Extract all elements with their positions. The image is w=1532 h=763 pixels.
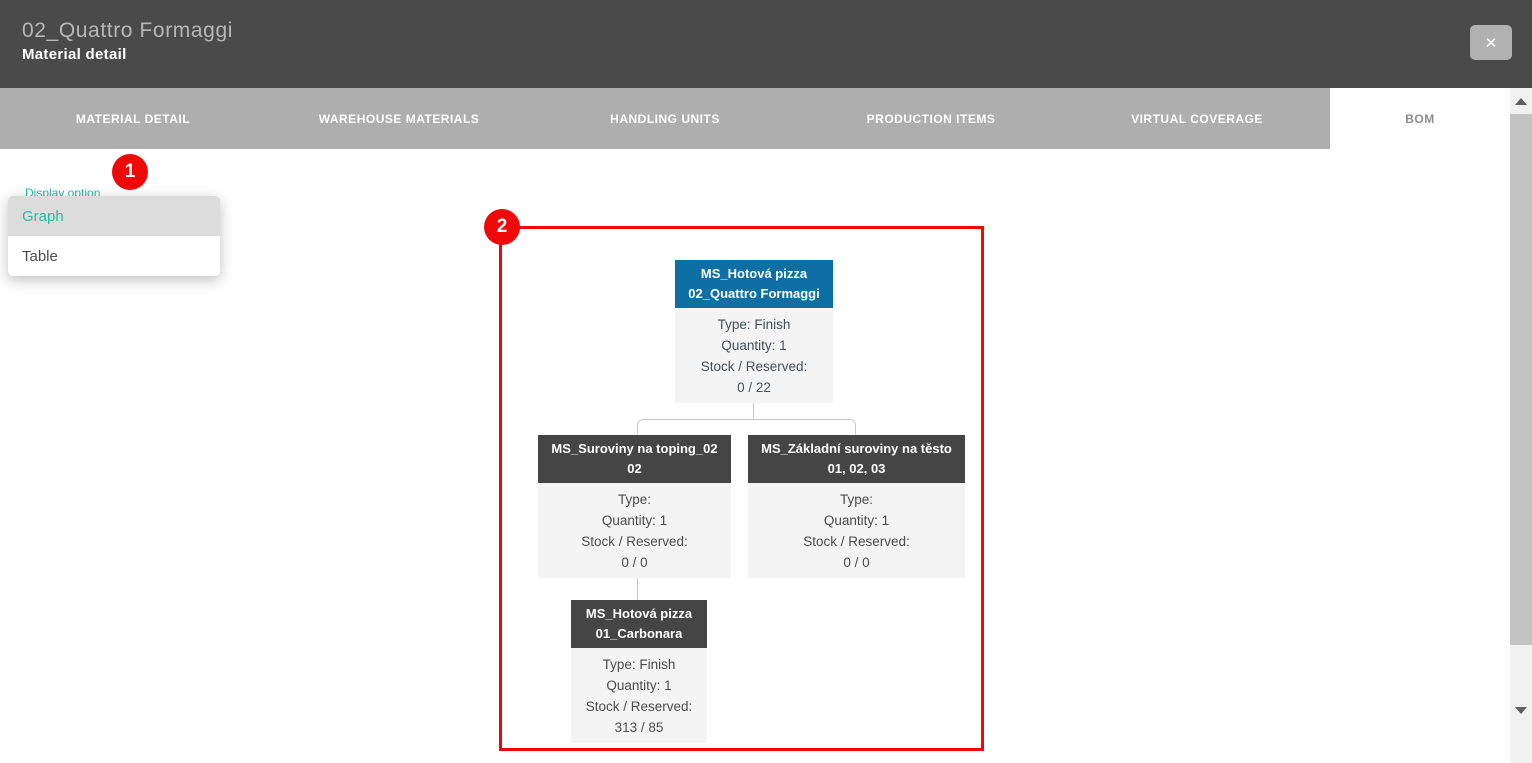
dropdown-option-graph[interactable]: Graph (8, 196, 220, 236)
scroll-up-icon (1515, 98, 1527, 105)
close-button[interactable]: ✕ (1470, 25, 1512, 60)
scroll-down-button[interactable] (1510, 697, 1532, 723)
tab-bar: MATERIAL DETAIL WAREHOUSE MATERIALS HAND… (0, 88, 1510, 149)
window-subtitle: Material detail (22, 46, 127, 63)
tab-material-detail[interactable]: MATERIAL DETAIL (0, 88, 266, 149)
tab-production-items[interactable]: PRODUCTION ITEMS (798, 88, 1064, 149)
tab-warehouse-materials[interactable]: WAREHOUSE MATERIALS (266, 88, 532, 149)
scroll-down-icon (1515, 707, 1527, 714)
scroll-up-button[interactable] (1510, 88, 1532, 114)
annotation-badge-2: 2 (484, 209, 520, 245)
dropdown-option-table[interactable]: Table (8, 236, 220, 276)
annotation-badge-1: 1 (112, 154, 148, 190)
scrollbar-thumb[interactable] (1510, 114, 1532, 645)
tab-virtual-coverage[interactable]: VIRTUAL COVERAGE (1064, 88, 1330, 149)
window-title: 02_Quattro Formaggi (22, 19, 233, 43)
tab-handling-units[interactable]: HANDLING UNITS (532, 88, 798, 149)
window-header: 02_Quattro Formaggi Material detail ✕ (0, 0, 1532, 88)
vertical-scrollbar[interactable] (1510, 88, 1532, 763)
material-detail-window: 02_Quattro Formaggi Material detail ✕ MA… (0, 0, 1532, 763)
tab-bom[interactable]: BOM (1330, 88, 1510, 149)
close-icon: ✕ (1485, 34, 1498, 52)
annotation-rectangle (499, 226, 984, 751)
display-option-dropdown: Graph Table (8, 196, 220, 276)
